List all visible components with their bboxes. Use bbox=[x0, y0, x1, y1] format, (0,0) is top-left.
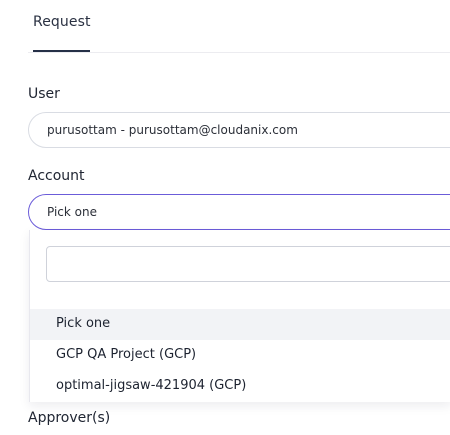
account-search-input[interactable] bbox=[46, 246, 450, 282]
account-label: Account bbox=[28, 168, 85, 184]
tab-bar: Request bbox=[28, 0, 450, 53]
account-option-pick-one[interactable]: Pick one bbox=[30, 309, 450, 340]
user-field-value: purusottam - purusottam@cloudanix.com bbox=[47, 123, 298, 137]
account-select[interactable]: Pick one bbox=[28, 194, 450, 230]
account-option-gcp-qa-project[interactable]: GCP QA Project (GCP) bbox=[30, 340, 450, 371]
user-field[interactable]: purusottam - purusottam@cloudanix.com bbox=[28, 112, 450, 148]
user-label: User bbox=[28, 86, 60, 102]
tab-active-indicator bbox=[33, 50, 90, 52]
approvers-label: Approver(s) bbox=[28, 410, 111, 426]
account-option-optimal-jigsaw[interactable]: optimal-jigsaw-421904 (GCP) bbox=[30, 371, 450, 402]
tab-request[interactable]: Request bbox=[33, 14, 91, 30]
account-option-label: optimal-jigsaw-421904 (GCP) bbox=[56, 378, 247, 393]
account-dropdown: Pick one GCP QA Project (GCP) optimal-ji… bbox=[29, 230, 450, 402]
account-select-value: Pick one bbox=[47, 205, 97, 219]
account-option-label: Pick one bbox=[56, 316, 111, 331]
request-form: Request User purusottam - purusottam@clo… bbox=[0, 0, 450, 435]
account-option-label: GCP QA Project (GCP) bbox=[56, 347, 197, 362]
